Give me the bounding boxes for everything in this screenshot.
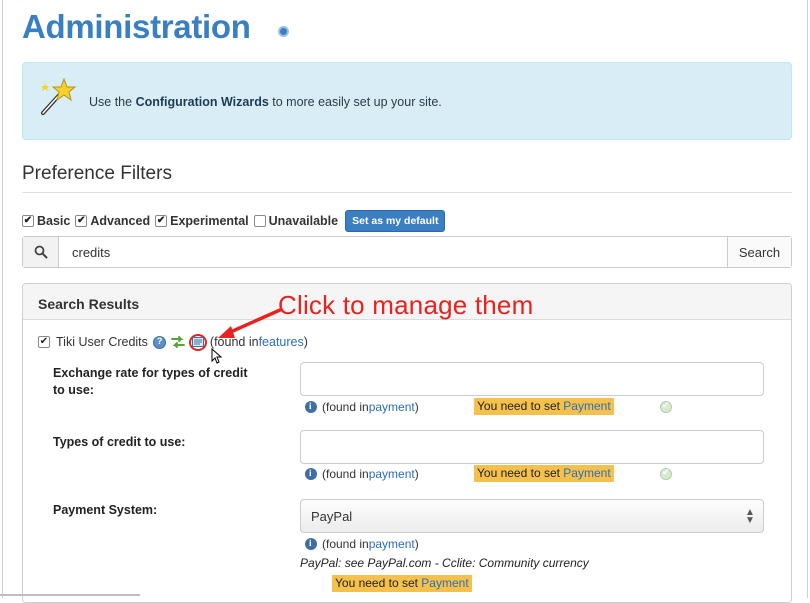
page-title: Administration [22,8,251,45]
feature-label: Tiki User Credits [56,335,148,349]
filter-label: Basic [37,214,71,228]
warning-text: You need to set [477,399,564,413]
feature-checkbox[interactable] [38,336,50,348]
warning-badge: You need to set Payment [474,465,614,482]
payment-setting-link[interactable]: Payment [421,576,468,590]
info-icon [305,468,317,480]
configuration-wizards-link[interactable]: Configuration Wizards [136,95,269,109]
types-of-credit-input[interactable] [300,430,764,464]
field-meta: (found in payment) [305,399,419,415]
select-caret-icon: ▲ ▼ [745,507,755,526]
search-icon [34,245,47,259]
help-icon[interactable] [278,26,289,37]
payment-setting-link[interactable]: Payment [563,466,610,480]
payment-link[interactable]: payment [369,537,415,551]
filter-label: Unavailable [268,214,339,228]
found-prefix: (found in [322,467,369,481]
checkbox-unavailable[interactable] [253,215,266,227]
payment-system-select[interactable]: PayPal ▲ ▼ [300,499,764,533]
set-default-button[interactable]: Set as my default [345,210,446,232]
payment-link[interactable]: payment [369,467,415,481]
check-icon [660,467,672,480]
warning-badge: You need to set Payment [474,398,614,415]
filter-label: Experimental [170,214,249,228]
search-bar: Search [22,236,792,268]
info-icon [305,538,317,550]
filter-unavailable[interactable]: Unavailable [253,214,339,228]
found-prefix: (found in [322,537,369,551]
field-label-exchange-rate: Exchange rate for types of credit to use… [53,366,248,397]
field-label-types-of-credit: Types of credit to use: [53,435,186,449]
field-label-payment-system: Payment System: [53,503,158,517]
divider [22,192,792,193]
found-prefix: (found in [209,335,259,349]
search-input[interactable] [59,237,727,267]
wizard-text-before: Use the [89,95,136,109]
feature-tiki-user-credits: Tiki User Credits (found in features) [38,332,308,352]
wizard-message: Use the Configuration Wizards to more ea… [89,95,442,109]
warning-text: You need to set [335,576,422,590]
checkbox-basic[interactable] [22,215,34,227]
help-icon[interactable] [152,335,166,349]
mouse-cursor-icon [211,348,223,364]
info-icon [305,401,317,413]
filter-advanced[interactable]: Advanced [75,214,150,228]
checkbox-advanced[interactable] [75,215,88,227]
check-icon [660,400,672,413]
wizard-text-after: to more easily set up your site. [268,95,442,109]
dependency-arrows-icon [170,336,185,348]
filter-experimental[interactable]: Experimental [155,214,249,228]
filter-label: Advanced [90,214,151,228]
manage-icon[interactable] [188,333,207,351]
payment-link[interactable]: payment [369,400,415,414]
annotation-text: Click to manage them [278,290,534,320]
payment-system-value: PayPal [311,508,353,524]
features-link[interactable]: features [259,335,304,349]
found-suffix: ) [303,335,308,349]
filter-options: Basic Advanced Experimental Unavailable … [22,210,446,232]
window-edge [0,594,140,596]
checkbox-experimental[interactable] [155,215,168,227]
found-suffix: ) [414,537,419,551]
preference-filters-title: Preference Filters [22,163,172,184]
search-addon [23,237,59,267]
filter-basic[interactable]: Basic [22,214,70,228]
payment-setting-link[interactable]: Payment [563,399,610,413]
found-prefix: (found in [322,400,369,414]
field-meta: (found in payment) [305,466,419,482]
search-button[interactable]: Search [727,237,791,267]
found-suffix: ) [414,400,419,414]
payment-system-description: PayPal: see PayPal.com - Cclite: Communi… [300,556,589,570]
exchange-rate-input[interactable] [300,362,764,396]
warning-text: You need to set [477,466,564,480]
wizard-info-box: Use the Configuration Wizards to more ea… [22,62,792,140]
field-meta: (found in payment) [305,536,419,552]
found-suffix: ) [414,467,419,481]
warning-badge: You need to set Payment [332,575,472,592]
magic-wand-icon [41,77,77,115]
list-manage-icon [191,337,204,347]
